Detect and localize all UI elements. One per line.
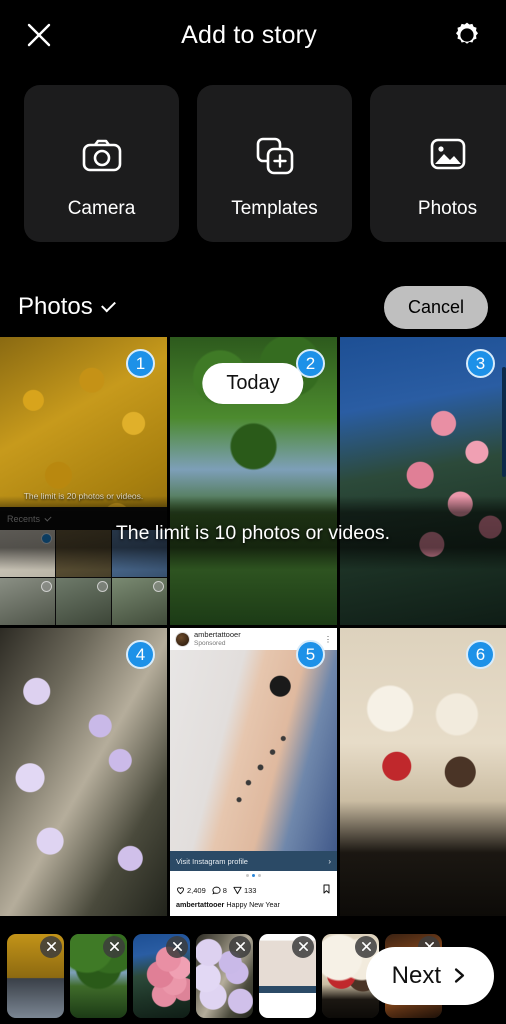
carousel-dot-active xyxy=(252,874,255,877)
templates-icon xyxy=(256,137,293,175)
tray-thumb-2[interactable] xyxy=(70,933,127,1018)
instagram-cta-label: Visit Instagram profile xyxy=(176,856,248,866)
instagram-post-screenshot: ambertattooer Sponsored ⋮ Visit Instagra… xyxy=(170,628,337,916)
instagram-username: ambertattooer xyxy=(194,629,241,639)
share-action: 133 xyxy=(233,885,257,895)
nested-tile xyxy=(56,578,111,625)
nested-selection-dot xyxy=(40,581,52,593)
cell-4-artwork xyxy=(0,628,167,916)
comment-action: 8 xyxy=(212,886,227,895)
remove-thumb-5-button[interactable] xyxy=(292,935,314,958)
instagram-post-image xyxy=(170,650,337,851)
nested-selection-dot xyxy=(96,581,108,593)
selected-photos-tray: Next xyxy=(0,927,506,1024)
cancel-button[interactable]: Cancel xyxy=(383,285,488,329)
limit-toast-text: The limit is 10 photos or videos. xyxy=(115,521,391,544)
cell-6-artwork xyxy=(340,628,506,916)
instagram-sponsored-label: Sponsored xyxy=(194,639,226,647)
instagram-caption-text: Happy New Year xyxy=(224,900,280,909)
templates-icon-wrap xyxy=(197,137,352,175)
instagram-carousel-dots xyxy=(170,871,337,880)
camera-option-card[interactable]: Camera xyxy=(24,85,179,242)
instagram-cta-bar: Visit Instagram profile › xyxy=(170,851,337,871)
next-button[interactable]: Next xyxy=(365,946,494,1005)
chevron-down-icon xyxy=(100,297,116,313)
creation-options: Camera Templates Photos xyxy=(0,85,506,245)
instagram-caption: ambertattooer Happy New Year xyxy=(170,900,337,916)
limit-toast: The limit is 10 photos or videos. xyxy=(0,496,506,570)
photo-grid[interactable]: The limit is 20 photos or videos. Recent… xyxy=(0,337,506,927)
more-options-icon: ⋮ xyxy=(324,634,332,644)
remove-thumb-3-button[interactable] xyxy=(166,935,188,958)
nested-tile xyxy=(112,578,167,625)
date-chip: Today xyxy=(202,363,304,404)
selection-badge: 5 xyxy=(296,640,325,669)
carousel-dot xyxy=(258,874,261,877)
album-selector[interactable]: Photos xyxy=(18,293,116,321)
photo-cell-5-instagram-screenshot[interactable]: ambertattooer Sponsored ⋮ Visit Instagra… xyxy=(170,628,337,916)
like-action: 2,409 xyxy=(176,886,206,895)
tray-thumb-3[interactable] xyxy=(133,933,190,1018)
selection-badge: 3 xyxy=(466,349,495,378)
album-toolbar: Photos Cancel xyxy=(0,277,506,337)
share-count: 133 xyxy=(243,885,257,895)
chevron-right-icon xyxy=(454,968,465,983)
remove-thumb-2-button[interactable] xyxy=(103,935,125,958)
remove-thumb-1-button[interactable] xyxy=(40,935,62,958)
close-icon xyxy=(235,942,245,951)
photos-option-card[interactable]: Photos xyxy=(370,85,506,242)
comment-icon xyxy=(212,886,221,894)
tray-thumb-4[interactable] xyxy=(196,933,253,1018)
camera-icon-wrap xyxy=(24,137,179,173)
photos-icon-wrap xyxy=(370,137,506,171)
photos-option-label: Photos xyxy=(417,198,478,219)
camera-option-label: Camera xyxy=(67,198,136,219)
templates-option-card[interactable]: Templates xyxy=(197,85,352,242)
settings-button[interactable] xyxy=(450,18,484,52)
add-to-story-screen: Add to story Camera Templates Photos Pho… xyxy=(0,0,506,1024)
bookmark-action xyxy=(322,884,331,896)
photo-cell-4-clematis-flowers[interactable]: 4 xyxy=(0,628,167,916)
instagram-post-identity: ambertattooer Sponsored xyxy=(194,629,241,647)
header-bar: Add to story xyxy=(0,0,506,70)
cell-3-artwork xyxy=(340,337,506,625)
selection-badge: 4 xyxy=(126,640,155,669)
page-title: Add to story xyxy=(181,20,317,49)
close-icon xyxy=(46,942,56,951)
close-icon xyxy=(172,942,182,951)
remove-thumb-4-button[interactable] xyxy=(229,935,251,958)
selection-badge: 1 xyxy=(126,349,155,378)
photos-icon xyxy=(430,138,465,170)
close-icon xyxy=(109,942,119,951)
photo-cell-6-crepes-dessert[interactable]: 6 xyxy=(340,628,506,916)
heart-icon xyxy=(177,886,184,894)
instagram-caption-user: ambertattooer xyxy=(176,900,225,909)
nested-tile xyxy=(0,578,55,625)
tattoo-artwork xyxy=(226,730,294,815)
tray-thumb-1[interactable] xyxy=(7,933,64,1018)
album-selector-label: Photos xyxy=(18,293,93,320)
close-icon xyxy=(361,942,371,951)
chevron-right-icon: › xyxy=(328,856,331,866)
like-count: 2,409 xyxy=(187,885,206,895)
close-icon xyxy=(298,942,308,951)
selection-badge: 6 xyxy=(466,640,495,669)
comment-count: 8 xyxy=(222,885,227,895)
instagram-action-bar: 2,409 8 133 xyxy=(170,880,337,900)
avatar xyxy=(175,631,190,647)
next-button-label: Next xyxy=(391,961,441,989)
share-icon xyxy=(233,886,242,894)
grid-scrollbar[interactable] xyxy=(502,367,506,477)
photo-cell-3-pink-roses[interactable]: 3 xyxy=(340,337,506,625)
nested-selection-dot xyxy=(153,581,164,593)
carousel-dot xyxy=(246,874,249,877)
gear-icon xyxy=(456,22,478,44)
camera-icon xyxy=(82,139,121,172)
templates-option-label: Templates xyxy=(231,198,318,219)
bookmark-icon xyxy=(323,884,330,894)
tray-thumb-5[interactable] xyxy=(259,933,316,1018)
photo-grid-row-2: 4 ambertattooer Sponsored ⋮ Visit Instag… xyxy=(0,628,506,916)
photo-cell-1-screenshot-gallery[interactable]: The limit is 20 photos or videos. Recent… xyxy=(0,337,167,625)
